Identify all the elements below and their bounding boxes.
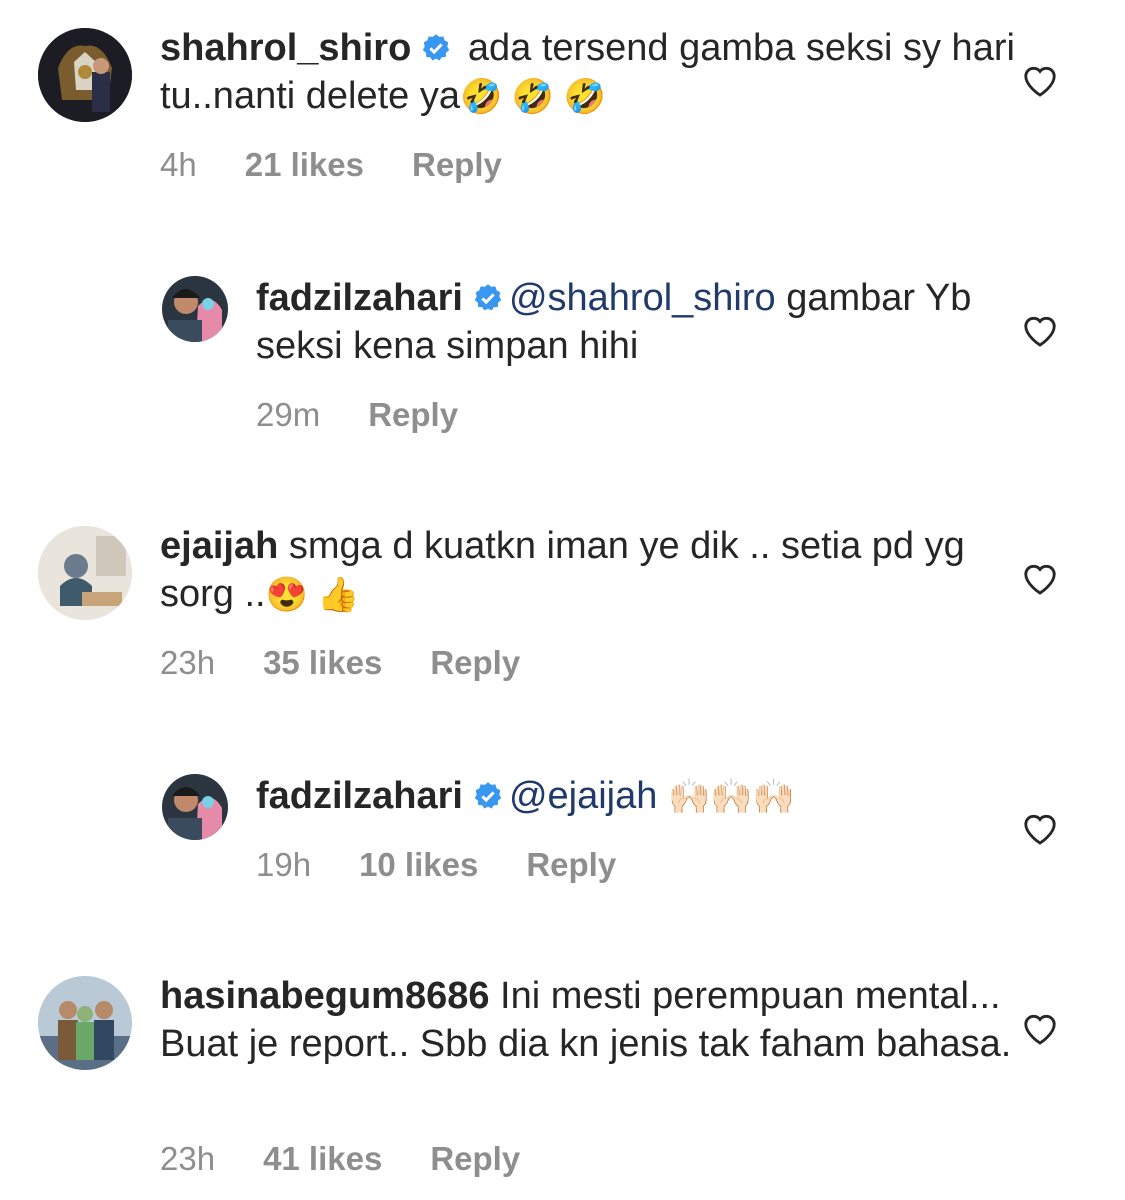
- comment-meta: 4h 21 likes Reply: [160, 146, 550, 184]
- reply-button[interactable]: Reply: [526, 846, 616, 883]
- comment-body: fadzilzahari @shahrol_shiro gambar Yb sek…: [256, 274, 1015, 370]
- emoji: 🤣 🤣 🤣: [460, 78, 606, 116]
- person-avatar-icon: [162, 774, 228, 840]
- username[interactable]: ejaijah: [160, 525, 278, 567]
- likes-count[interactable]: 10 likes: [359, 846, 478, 883]
- comment-body: hasinabegum8686 Ini mesti perempuan ment…: [160, 972, 1015, 1068]
- comment-meta: 19h 10 likes Reply: [256, 846, 664, 884]
- mention-link[interactable]: @ejaijah: [509, 775, 657, 817]
- timestamp: 23h: [160, 1140, 216, 1177]
- avatar[interactable]: [38, 976, 132, 1070]
- comment-meta: 29m Reply: [256, 396, 506, 434]
- likes-count[interactable]: 35 likes: [263, 644, 382, 681]
- username[interactable]: fadzilzahari: [256, 277, 463, 319]
- comment-body: fadzilzahari @ejaijah 🙌🏻🙌🏻🙌🏻: [256, 772, 1015, 821]
- reply-fadzilzahari-2: fadzilzahari @ejaijah 🙌🏻🙌🏻🙌🏻 19h 10 likes R…: [0, 748, 1125, 968]
- person-avatar-icon: [162, 276, 228, 342]
- avatar[interactable]: [38, 526, 132, 620]
- person-avatar-icon: [38, 526, 132, 620]
- comment-ejaijah: ejaijah smga d kuatkn iman ye dik .. set…: [0, 498, 1125, 738]
- username[interactable]: fadzilzahari: [256, 775, 463, 817]
- timestamp: 23h: [160, 644, 216, 681]
- emoji: 🙌🏻🙌🏻🙌🏻: [667, 778, 795, 816]
- emoji: 😍 👍: [265, 576, 360, 614]
- reply-button[interactable]: Reply: [430, 644, 520, 681]
- comment-shahrol-shiro: shahrol_shiro ada tersend gamba seksi sy…: [0, 0, 1125, 240]
- timestamp: 4h: [160, 146, 197, 183]
- reply-button[interactable]: Reply: [368, 396, 458, 433]
- verified-badge-icon: [474, 284, 502, 311]
- heart-icon[interactable]: [1021, 62, 1059, 98]
- comment-body: shahrol_shiro ada tersend gamba seksi sy…: [160, 24, 1015, 121]
- mention-link[interactable]: @shahrol_shiro: [509, 277, 776, 319]
- timestamp: 19h: [256, 846, 312, 883]
- likes-count[interactable]: 41 likes: [263, 1140, 382, 1177]
- comment-meta: 23h 35 likes Reply: [160, 644, 568, 682]
- verified-badge-icon: [474, 782, 502, 809]
- likes-count[interactable]: 21 likes: [245, 146, 364, 183]
- comment-meta: 23h 41 likes Reply: [160, 1140, 568, 1178]
- group-avatar-icon: [38, 976, 132, 1070]
- reply-button[interactable]: Reply: [412, 146, 502, 183]
- reply-fadzilzahari-1: fadzilzahari @shahrol_shiro gambar Yb sek…: [0, 250, 1125, 470]
- comment-body: ejaijah smga d kuatkn iman ye dik .. set…: [160, 522, 1015, 619]
- heart-icon[interactable]: [1021, 810, 1059, 846]
- avatar[interactable]: [162, 276, 228, 342]
- verified-badge-icon: [423, 34, 450, 61]
- username[interactable]: shahrol_shiro: [160, 27, 411, 69]
- username[interactable]: hasinabegum8686: [160, 975, 489, 1017]
- heart-icon[interactable]: [1021, 560, 1059, 596]
- reply-button[interactable]: Reply: [430, 1140, 520, 1177]
- comment-hasinabegum8686: hasinabegum8686 Ini mesti perempuan ment…: [0, 948, 1125, 1200]
- crest-avatar-icon: [38, 28, 132, 122]
- timestamp: 29m: [256, 396, 321, 433]
- avatar[interactable]: [38, 28, 132, 122]
- avatar[interactable]: [162, 774, 228, 840]
- heart-icon[interactable]: [1021, 312, 1059, 348]
- heart-icon[interactable]: [1021, 1010, 1059, 1046]
